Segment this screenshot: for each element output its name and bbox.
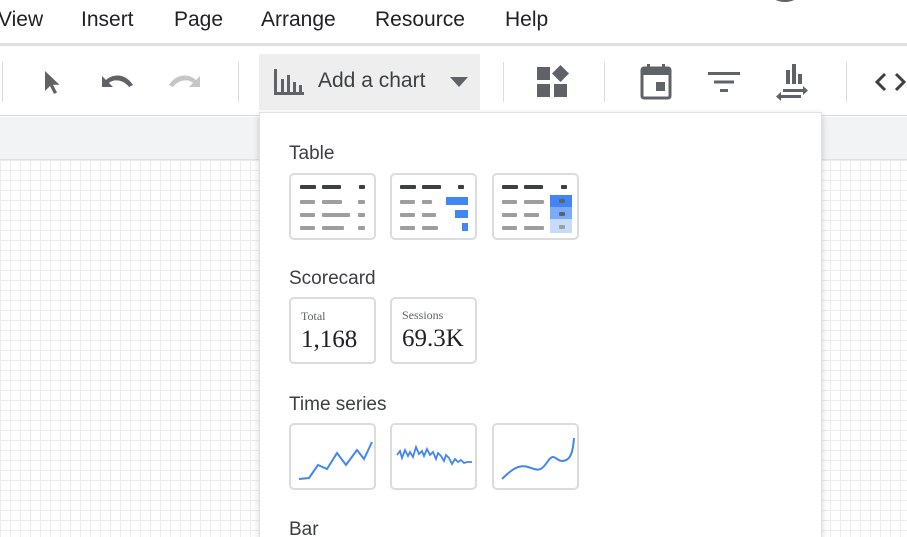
menu-resource[interactable]: Resource bbox=[375, 8, 465, 32]
redo-button[interactable] bbox=[163, 64, 207, 100]
chart-option-scorecard[interactable]: Total 1,168 bbox=[289, 297, 376, 364]
time-series-chart-icon bbox=[298, 441, 373, 480]
smoothed-time-series-chart-icon bbox=[501, 437, 575, 480]
filter-control-icon bbox=[708, 72, 740, 92]
dropdown-caret-icon bbox=[450, 77, 468, 87]
date-range-button[interactable] bbox=[634, 62, 678, 102]
select-pointer-icon bbox=[45, 71, 60, 94]
scorecard-preview-label: Total bbox=[301, 309, 326, 323]
table-chart-icon bbox=[300, 185, 365, 230]
community-visualizations-button[interactable] bbox=[530, 62, 574, 102]
bar-chart-icon bbox=[274, 69, 304, 95]
embed-code-button[interactable] bbox=[872, 66, 907, 98]
add-chart-button[interactable]: Add a chart bbox=[259, 54, 480, 110]
chart-option-table-heatmap[interactable] bbox=[492, 173, 579, 240]
chart-option-scorecard-compact[interactable]: Sessions 69.3K bbox=[390, 297, 477, 364]
select-button[interactable] bbox=[30, 64, 70, 100]
undo-button[interactable] bbox=[95, 64, 139, 100]
scorecard-preview-label: Sessions bbox=[402, 308, 444, 322]
chart-option-table[interactable] bbox=[289, 173, 376, 240]
scorecard-preview-value: 1,168 bbox=[301, 326, 358, 353]
menu-arrange[interactable]: Arrange bbox=[261, 8, 336, 32]
chart-option-smoothed-time-series[interactable] bbox=[492, 423, 579, 490]
chart-option-time-series[interactable] bbox=[289, 423, 376, 490]
section-title-time-series: Time series bbox=[289, 394, 387, 415]
toolbar-divider bbox=[2, 62, 3, 102]
toolbar-divider bbox=[503, 62, 504, 102]
chart-option-sparkline[interactable] bbox=[390, 423, 477, 490]
community-visualizations-icon bbox=[537, 65, 569, 97]
toolbar-divider bbox=[604, 62, 605, 102]
toolbar-divider bbox=[846, 62, 847, 102]
scorecard-preview-value: 69.3K bbox=[402, 325, 464, 352]
section-title-bar: Bar bbox=[289, 519, 319, 537]
menu-help[interactable]: Help bbox=[505, 8, 548, 32]
toolbar: Add a chart bbox=[0, 46, 907, 116]
date-range-icon bbox=[640, 64, 672, 100]
add-chart-dropdown: Table Scorecard Total 1,168 Sessions 69.… bbox=[259, 112, 822, 537]
chart-option-table-with-bars[interactable] bbox=[390, 173, 477, 240]
filter-control-button[interactable] bbox=[702, 62, 746, 102]
menu-insert[interactable]: Insert bbox=[81, 8, 134, 32]
toolbar-divider bbox=[238, 62, 239, 102]
section-title-scorecard: Scorecard bbox=[289, 268, 376, 289]
sparkline-chart-icon bbox=[396, 444, 472, 466]
table-with-bars-chart-icon bbox=[400, 185, 468, 231]
data-control-button[interactable] bbox=[770, 60, 814, 104]
embed-code-icon bbox=[874, 72, 907, 92]
undo-icon bbox=[102, 75, 133, 87]
menu-bar: View Insert Page Arrange Resource Help bbox=[0, 0, 907, 46]
menu-view[interactable]: View bbox=[0, 8, 43, 32]
redo-icon bbox=[169, 75, 200, 87]
table-heatmap-chart-icon bbox=[502, 185, 572, 233]
section-title-table: Table bbox=[289, 143, 335, 164]
menu-page[interactable]: Page bbox=[174, 8, 223, 32]
account-avatar-edge[interactable] bbox=[771, 0, 799, 2]
add-chart-label: Add a chart bbox=[318, 69, 426, 92]
data-control-icon bbox=[776, 64, 808, 101]
